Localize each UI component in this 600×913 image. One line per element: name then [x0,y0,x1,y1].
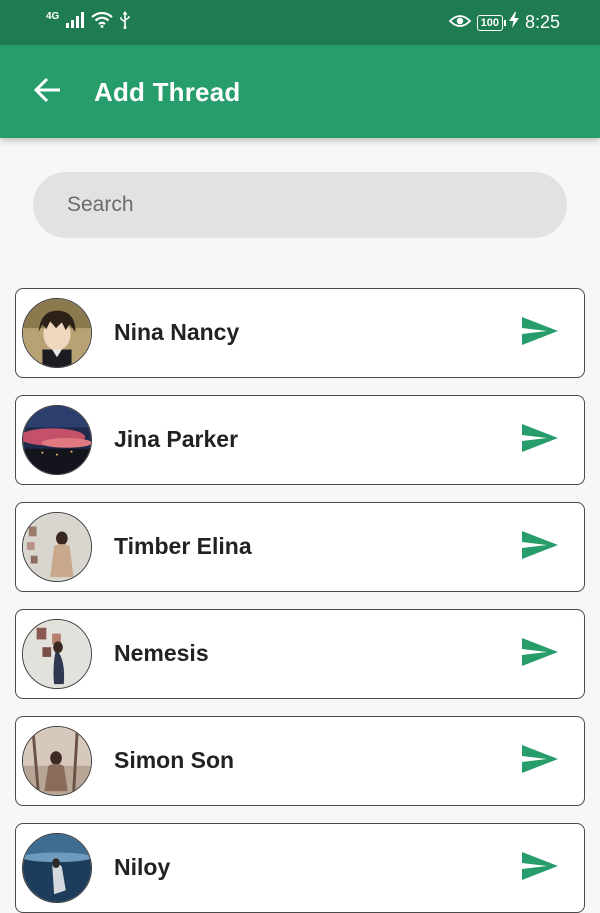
avatar [22,405,92,475]
anime-boy-avatar-image [23,299,91,367]
girl-paper-wall-avatar-image [23,513,91,581]
page-title: Add Thread [94,77,241,107]
battery-level: 100 [480,16,499,29]
app-bar: Add Thread [0,45,600,138]
avatar [22,833,92,903]
contact-name: Simon Son [114,747,235,773]
contact-name: Timber Elina [114,533,252,559]
contact-item[interactable]: Simon Son [15,716,585,806]
status-right: 100 8:25 [448,12,560,33]
blue-water-avatar-image [23,834,91,902]
network-type-label: 4G [46,11,60,22]
send-icon [521,530,559,565]
wifi-icon [91,11,114,33]
contact-list: Nina Nancy Jina Parker Timber Elina Neme… [15,288,585,913]
send-button[interactable] [520,636,560,672]
contact-name: Nina Nancy [114,319,240,345]
contact-name: Nemesis [114,640,209,666]
status-bar: 4G 100 8:25 [0,0,600,45]
send-icon [521,637,559,672]
clock-time: 8:25 [524,12,560,32]
girl-trees-avatar-image [23,727,91,795]
search-bar[interactable] [33,172,567,238]
contact-item[interactable]: Jina Parker [15,395,585,485]
send-button[interactable] [520,529,560,565]
send-button[interactable] [520,422,560,458]
send-icon [521,316,559,351]
status-left: 4G [46,11,131,34]
avatar [22,512,92,582]
search-input[interactable] [67,193,527,217]
woman-art-avatar-image [23,620,91,688]
send-button[interactable] [520,743,560,779]
contact-item[interactable]: Nina Nancy [15,288,585,378]
send-icon [521,851,559,886]
charging-icon [508,12,519,33]
avatar [22,619,92,689]
send-icon [521,423,559,458]
contact-name: Niloy [114,854,171,880]
sunset-sky-avatar-image [23,406,91,474]
contact-item[interactable]: Nemesis [15,609,585,699]
battery-icon: 100 [476,14,507,31]
contact-item[interactable]: Niloy [15,823,585,913]
back-button[interactable] [28,73,66,111]
avatar [22,298,92,368]
contact-name: Jina Parker [114,426,239,452]
send-button[interactable] [520,315,560,351]
avatar [22,726,92,796]
signal-icon [65,12,85,33]
eye-icon [448,12,471,33]
contact-item[interactable]: Timber Elina [15,502,585,592]
send-button[interactable] [520,850,560,886]
arrow-left-icon [32,77,62,108]
usb-icon [119,11,131,34]
send-icon [521,744,559,779]
